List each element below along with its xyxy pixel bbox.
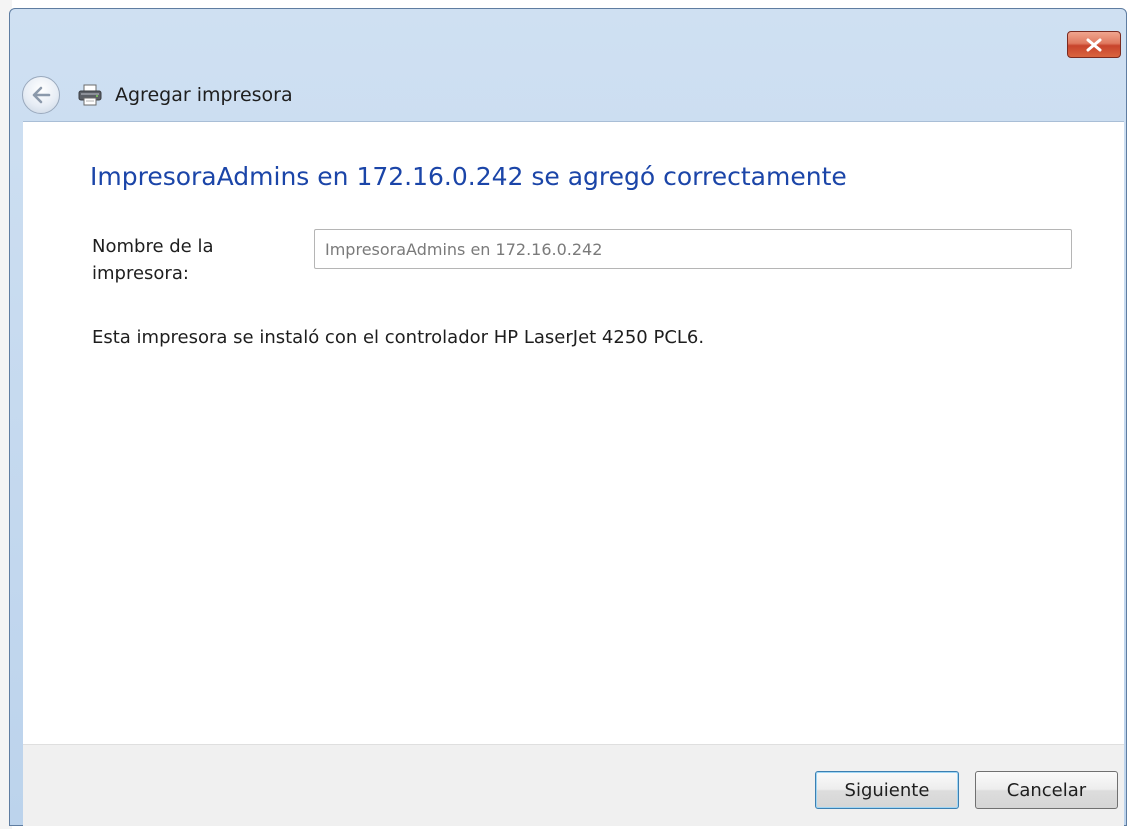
printer-name-input[interactable] — [314, 229, 1072, 269]
dialog-footer: Siguiente Cancelar — [23, 744, 1124, 826]
navigation-bar: Agregar impresora — [22, 73, 293, 117]
printer-name-label: Nombre de la impresora: — [92, 233, 262, 287]
printer-icon — [77, 83, 103, 107]
close-icon — [1086, 38, 1102, 51]
close-button[interactable] — [1067, 31, 1121, 58]
back-button[interactable] — [22, 76, 60, 114]
page-heading: ImpresoraAdmins en 172.16.0.242 se agreg… — [90, 162, 847, 191]
driver-message: Esta impresora se instaló con el control… — [92, 327, 705, 348]
window-title: Agregar impresora — [115, 84, 293, 106]
next-button[interactable]: Siguiente — [815, 771, 959, 809]
background-fragment — [0, 0, 110, 8]
cancel-button[interactable]: Cancelar — [975, 771, 1118, 809]
printer-name-label-line2: impresora: — [92, 263, 189, 284]
wizard-content: ImpresoraAdmins en 172.16.0.242 se agreg… — [23, 121, 1124, 744]
add-printer-dialog: Agregar impresora ImpresoraAdmins en 172… — [9, 8, 1127, 826]
printer-name-label-line1: Nombre de la — [92, 236, 214, 257]
back-arrow-icon — [32, 86, 51, 104]
